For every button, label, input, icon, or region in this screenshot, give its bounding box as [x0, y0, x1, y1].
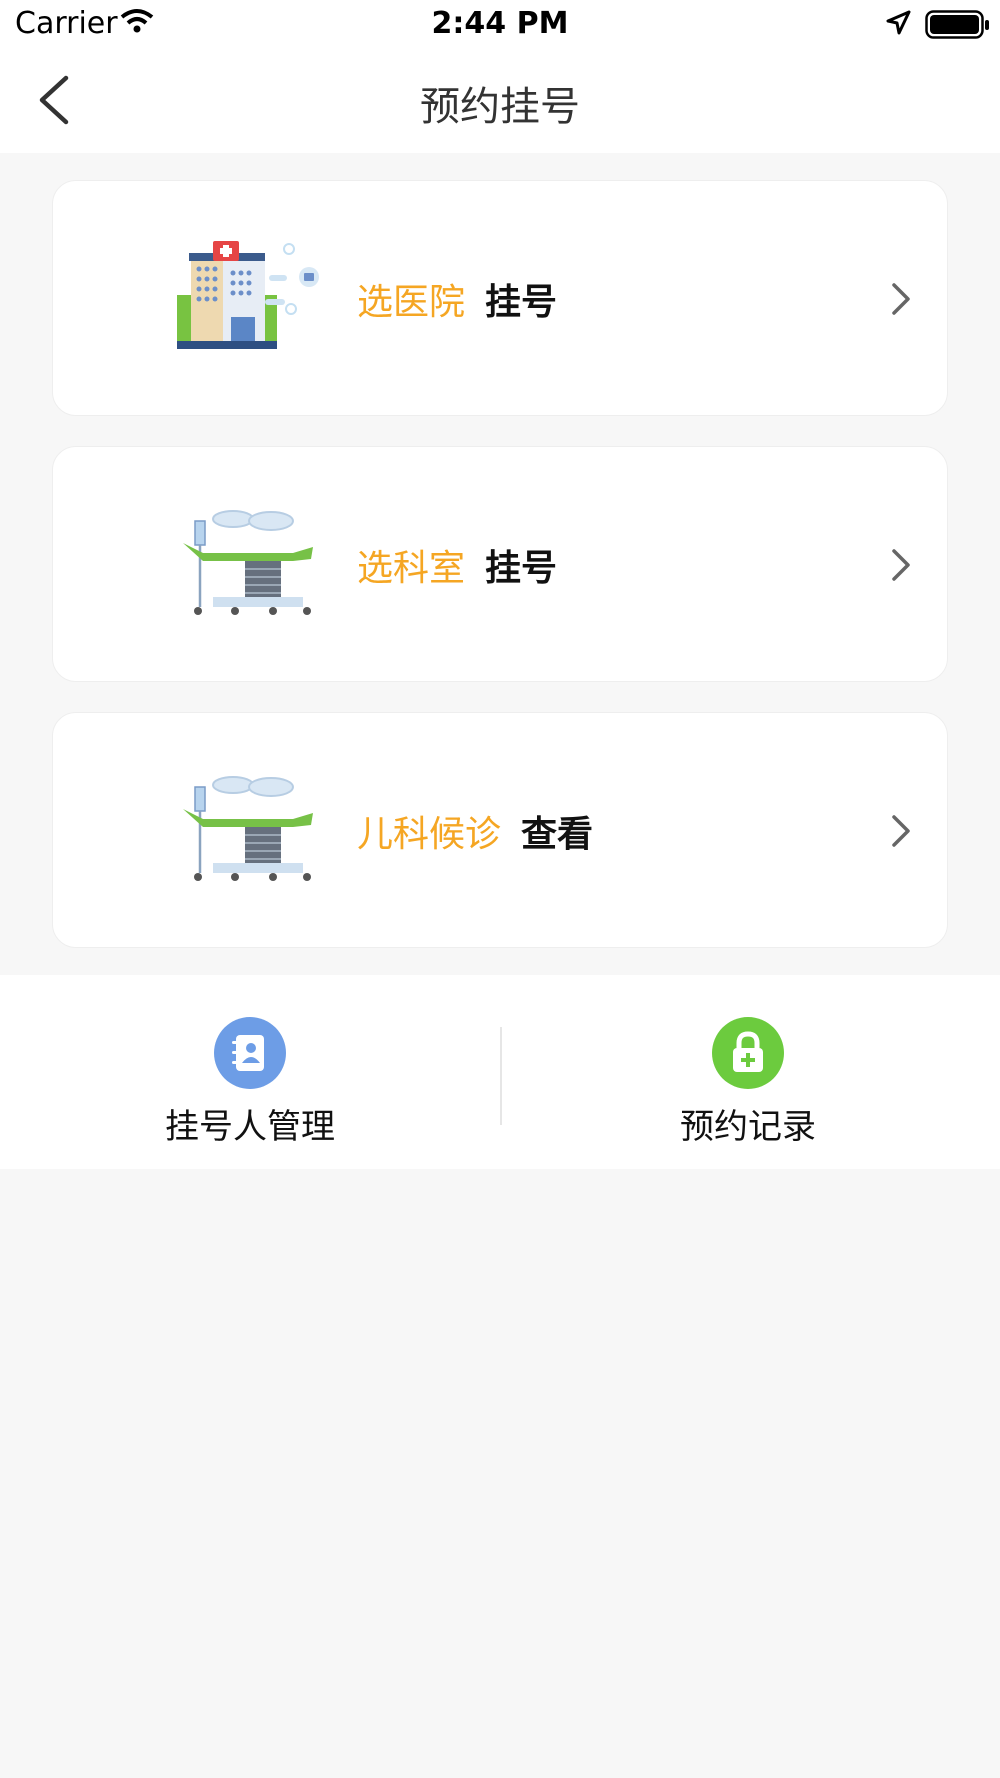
hospital-building-icon — [177, 241, 319, 349]
card-action-text: 挂号 — [485, 548, 558, 589]
card-accent-text: 选科室 — [357, 548, 466, 589]
card-label: 选科室 挂号 — [357, 539, 557, 591]
battery-icon — [925, 10, 989, 39]
appointment-records-button[interactable]: 预约记录 — [618, 1017, 878, 1148]
contact-book-icon — [214, 1017, 286, 1089]
pediatrics-waiting-card[interactable]: 儿科候诊 查看 — [52, 712, 948, 948]
card-label: 选医院 挂号 — [357, 273, 557, 325]
patient-management-label: 挂号人管理 — [165, 1107, 335, 1147]
location-arrow-icon — [886, 10, 911, 35]
status-time: 2:44 PM — [431, 6, 569, 41]
card-accent-text: 选医院 — [357, 282, 466, 323]
card-action-text: 查看 — [521, 814, 594, 855]
appointment-records-label: 预约记录 — [680, 1107, 816, 1147]
chevron-right-icon — [892, 549, 910, 581]
navigation-bar: 预约挂号 — [0, 50, 1000, 153]
card-accent-text: 儿科候诊 — [357, 814, 502, 855]
patient-management-button[interactable]: 挂号人管理 — [120, 1017, 380, 1148]
surgery-room-icon — [183, 510, 313, 615]
chevron-right-icon — [892, 815, 910, 847]
surgery-room-icon — [183, 776, 313, 881]
divider — [500, 1027, 502, 1125]
bottom-actions: 挂号人管理 预约记录 — [0, 975, 1000, 1169]
card-action-text: 挂号 — [485, 282, 558, 323]
page-title: 预约挂号 — [420, 84, 580, 130]
status-bar: Carrier 2:44 PM — [0, 0, 1000, 50]
card-label: 儿科候诊 查看 — [357, 805, 593, 857]
select-hospital-card[interactable]: 选医院 挂号 — [52, 180, 948, 416]
chevron-right-icon — [892, 283, 910, 315]
lock-record-icon — [712, 1017, 784, 1089]
select-department-card[interactable]: 选科室 挂号 — [52, 446, 948, 682]
